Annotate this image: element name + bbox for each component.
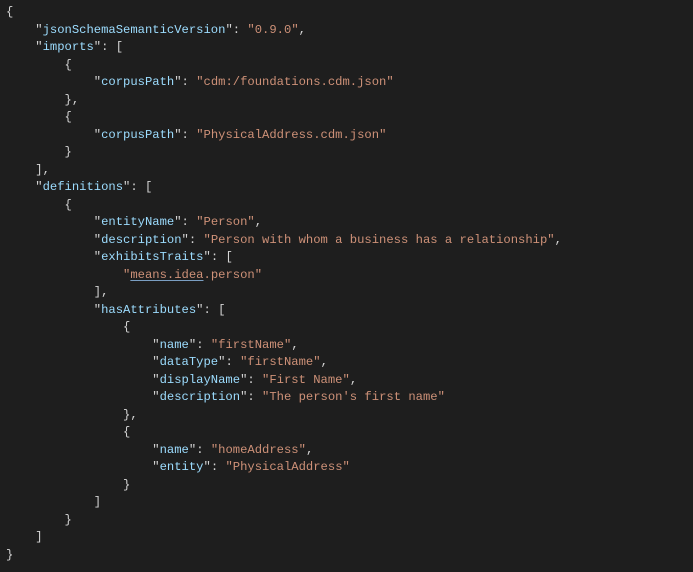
key-attr1-description: description xyxy=(160,390,240,404)
val-corpusPath-0: cdm:/foundations.cdm.json xyxy=(204,75,387,89)
key-definitions: definitions xyxy=(43,180,123,194)
val-entityName: Person xyxy=(204,215,248,229)
key-exhibitsTraits: exhibitsTraits xyxy=(101,250,203,264)
val-attr1-displayName: First Name xyxy=(269,373,342,387)
val-trait-suffix: .person xyxy=(204,268,255,282)
key-hasAttributes: hasAttributes xyxy=(101,303,196,317)
key-corpusPath-0: corpusPath xyxy=(101,75,174,89)
key-imports: imports xyxy=(43,40,94,54)
key-attr2-name: name xyxy=(160,443,189,457)
key-attr1-displayName: displayName xyxy=(160,373,240,387)
key-attr1-dataType: dataType xyxy=(160,355,219,369)
val-attr2-entity: PhysicalAddress xyxy=(233,460,343,474)
val-description: Person with whom a business has a relati… xyxy=(211,233,547,247)
val-attr1-description: The person's first name xyxy=(269,390,437,404)
val-attr2-name: homeAddress xyxy=(218,443,298,457)
val-corpusPath-1: PhysicalAddress.cdm.json xyxy=(204,128,380,142)
key-attr2-entity: entity xyxy=(160,460,204,474)
val-attr1-name: firstName xyxy=(218,338,284,352)
val-attr1-dataType: firstName xyxy=(247,355,313,369)
key-corpusPath-1: corpusPath xyxy=(101,128,174,142)
val-jsonSchemaSemanticVersion: 0.9.0 xyxy=(255,23,292,37)
val-trait-prefix: means.idea xyxy=(130,268,203,282)
key-attr1-name: name xyxy=(160,338,189,352)
key-jsonSchemaSemanticVersion: jsonSchemaSemanticVersion xyxy=(43,23,226,37)
key-entityName: entityName xyxy=(101,215,174,229)
key-description: description xyxy=(101,233,181,247)
json-code-block: { "jsonSchemaSemanticVersion": "0.9.0", … xyxy=(0,0,693,564)
